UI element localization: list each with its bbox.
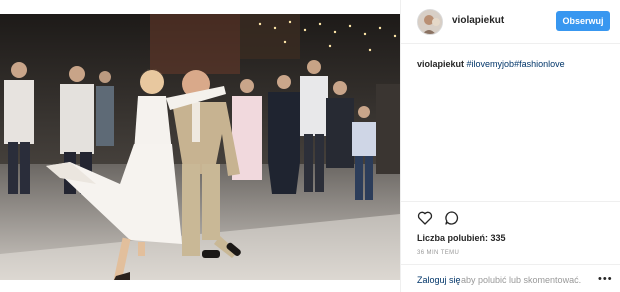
post-actions: Liczba polubień: 335 36 MIN TEMU Zaloguj… <box>401 201 620 292</box>
hashtag-link-fashionlove[interactable]: #fashionlove <box>514 59 565 69</box>
post-header: violapiekut Obserwuj <box>401 0 620 44</box>
more-options-icon[interactable]: ••• <box>598 273 613 285</box>
avatar-photo-icon <box>418 10 442 34</box>
comment-icon[interactable] <box>444 210 460 226</box>
instagram-post: violapiekut Obserwuj violapiekut #ilovem… <box>0 0 620 292</box>
heart-icon[interactable] <box>417 210 433 226</box>
hashtag-link-ilovemyjob[interactable]: #ilovemyjob <box>467 59 515 69</box>
likes-label: Liczba polubień: <box>417 233 488 243</box>
likes-count[interactable]: Liczba polubień: 335 <box>417 233 506 243</box>
login-prompt: Zaloguj się , aby polubić lub skomentowa… <box>401 264 620 292</box>
caption-username-link[interactable]: violapiekut <box>417 59 464 69</box>
login-link[interactable]: Zaloguj się <box>417 275 461 285</box>
username-link[interactable]: violapiekut <box>452 15 504 26</box>
login-prompt-text: , aby polubić lub skomentować. <box>456 275 582 285</box>
post-caption: violapiekut #ilovemyjob#fashionlove <box>417 58 613 70</box>
likes-number: 335 <box>490 233 506 243</box>
wedding-dance-image <box>0 14 400 280</box>
avatar[interactable] <box>417 9 443 35</box>
post-sidebar: violapiekut Obserwuj violapiekut #ilovem… <box>400 0 620 292</box>
post-timestamp: 36 MIN TEMU <box>417 250 460 256</box>
follow-button[interactable]: Obserwuj <box>556 11 610 31</box>
post-photo[interactable] <box>0 14 400 280</box>
